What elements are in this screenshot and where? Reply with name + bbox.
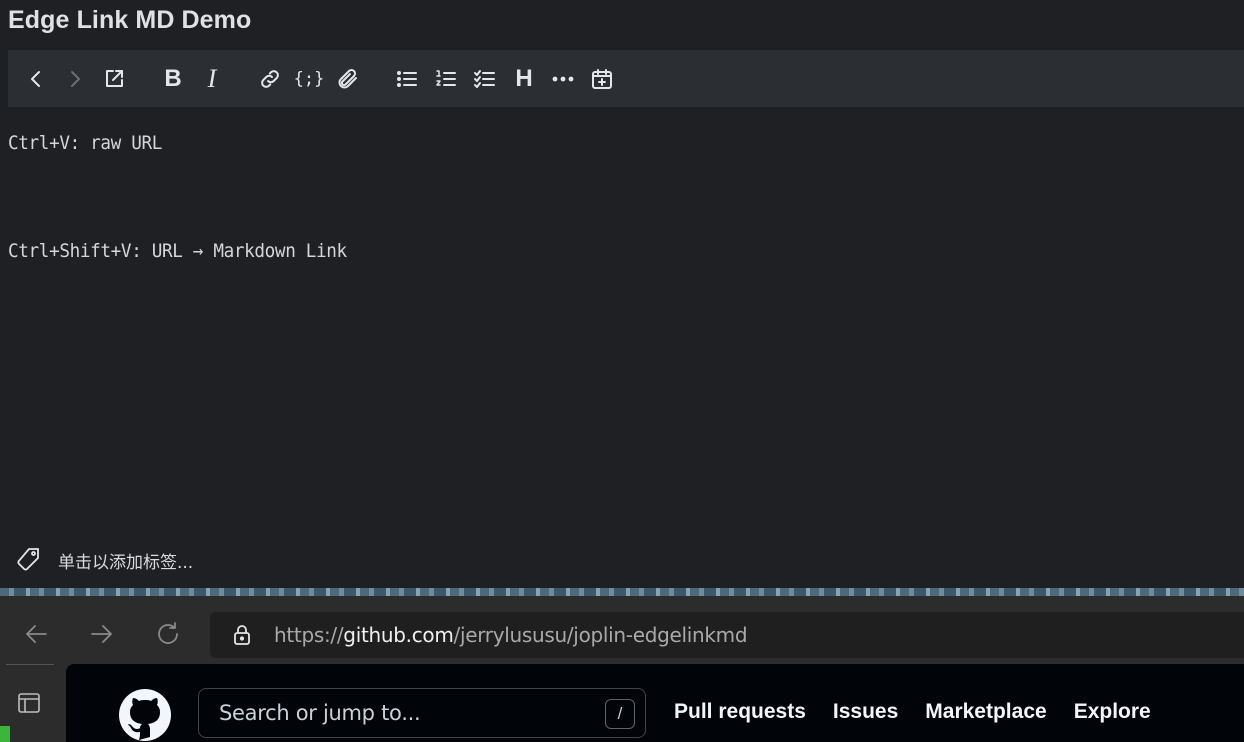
numbered-list-icon: [436, 70, 456, 86]
nav-marketplace[interactable]: Marketplace: [925, 700, 1046, 724]
address-bar[interactable]: https://github.com/jerrylususu/joplin-ed…: [210, 612, 1244, 658]
bullet-list-icon: [397, 71, 417, 87]
url-path: /jerrylususu/joplin-edgelinkmd: [453, 623, 748, 647]
tab-actions-button[interactable]: [16, 690, 42, 716]
ellipsis-icon: [552, 76, 574, 82]
external-link-icon: [106, 70, 123, 87]
github-logo-icon[interactable]: [118, 688, 172, 742]
paperclip-icon: [338, 68, 357, 89]
browser-refresh-button[interactable]: [148, 614, 188, 654]
link-button[interactable]: [255, 64, 285, 94]
horizontal-rule-button[interactable]: [548, 64, 578, 94]
attach-file-button[interactable]: [333, 64, 363, 94]
joplin-editor: Edge Link MD Demo B I {;} H Ctrl+V: raw …: [0, 0, 1244, 590]
url-text[interactable]: https://github.com/jerrylususu/joplin-ed…: [274, 623, 748, 647]
heading-icon: H: [515, 65, 533, 92]
checklist-icon: [474, 70, 495, 88]
github-nav: Pull requests Issues Marketplace Explore: [674, 700, 1151, 724]
browser-forward-button[interactable]: [82, 614, 122, 654]
tag-bar[interactable]: 单击以添加标签...: [14, 546, 193, 574]
url-scheme: https://: [274, 623, 344, 647]
insert-datetime-button[interactable]: [587, 64, 617, 94]
lock-icon[interactable]: [230, 623, 254, 647]
nav-issues[interactable]: Issues: [833, 700, 898, 724]
forward-button[interactable]: [60, 64, 90, 94]
heading-button[interactable]: H: [509, 64, 539, 94]
bold-icon: B: [164, 65, 182, 92]
bold-button[interactable]: B: [158, 64, 188, 94]
tab-actions-icon: [18, 693, 40, 713]
url-host: github.com: [343, 623, 454, 647]
nav-explore[interactable]: Explore: [1074, 700, 1151, 724]
divider: [6, 664, 54, 665]
code-icon: {;}: [293, 69, 325, 89]
italic-icon: I: [207, 64, 217, 93]
search-shortcut-key: /: [605, 699, 635, 729]
chevron-right-icon: [71, 71, 80, 87]
back-button[interactable]: [21, 64, 51, 94]
numbered-list-button[interactable]: [431, 64, 461, 94]
browser-back-button[interactable]: [16, 614, 56, 654]
open-external-button[interactable]: [99, 64, 129, 94]
italic-button[interactable]: I: [197, 64, 227, 94]
arrow-right-icon: [91, 625, 112, 643]
search-placeholder: Search or jump to...: [219, 701, 421, 725]
desktop-wallpaper-strip: [0, 588, 1244, 596]
tag-placeholder[interactable]: 单击以添加标签...: [58, 548, 193, 573]
tag-icon: [17, 548, 39, 571]
refresh-icon: [158, 622, 178, 644]
github-header: Search or jump to... / Pull requests Iss…: [66, 664, 1244, 742]
code-button[interactable]: {;}: [293, 64, 325, 94]
screen: Edge Link MD Demo B I {;} H Ctrl+V: raw …: [0, 0, 1244, 742]
note-title[interactable]: Edge Link MD Demo: [8, 6, 251, 35]
editor-line-2[interactable]: Ctrl+Shift+V: URL → Markdown Link: [8, 240, 347, 262]
link-icon: [261, 70, 279, 88]
chevron-left-icon: [31, 71, 40, 87]
status-indicator: [0, 726, 10, 742]
edge-browser: https://github.com/jerrylususu/joplin-ed…: [0, 596, 1244, 742]
arrow-left-icon: [26, 625, 47, 643]
editor-line-1[interactable]: Ctrl+V: raw URL: [8, 132, 162, 154]
github-search-input[interactable]: Search or jump to... /: [198, 688, 646, 738]
checklist-button[interactable]: [470, 64, 500, 94]
calendar-plus-icon: [592, 69, 612, 89]
nav-pull-requests[interactable]: Pull requests: [674, 700, 806, 724]
editor-toolbar: B I {;} H: [8, 50, 1244, 107]
bullet-list-button[interactable]: [392, 64, 422, 94]
